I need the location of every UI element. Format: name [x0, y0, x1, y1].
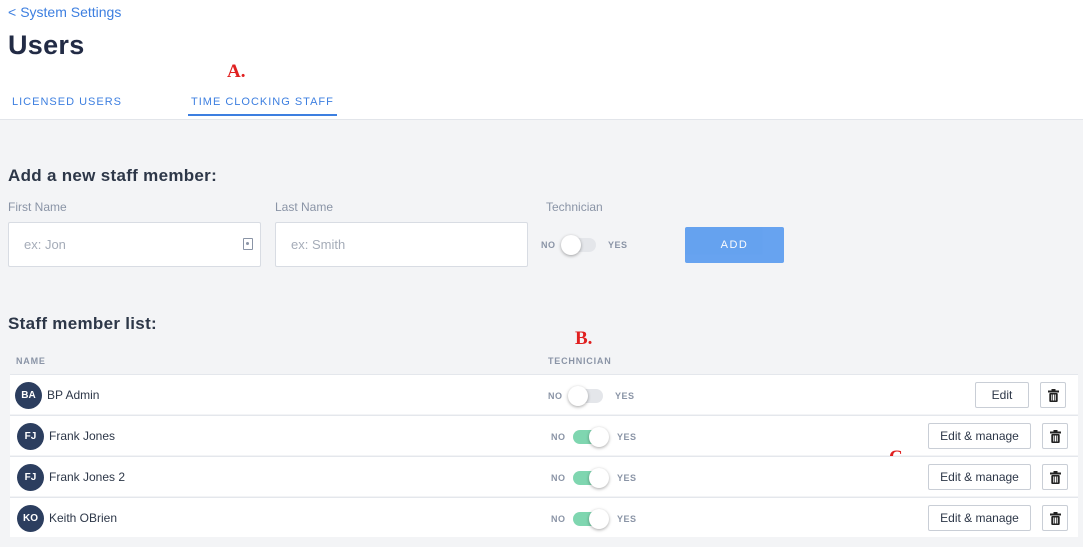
technician-yes-label: YES [617, 432, 637, 442]
staff-name: Frank Jones 2 [49, 470, 126, 484]
toggle-knob [589, 509, 609, 529]
edit-and-manage-button[interactable]: Edit & manage [928, 464, 1031, 490]
column-header-technician: TECHNICIAN [548, 356, 612, 366]
first-name-label: First Name [8, 200, 67, 214]
contact-card-icon [243, 238, 253, 250]
technician-no-label: NO [551, 514, 566, 524]
tab-licensed-users[interactable]: LICENSED USERS [12, 96, 122, 108]
technician-label: Technician [546, 200, 603, 214]
toggle-knob [589, 427, 609, 447]
staff-row: KO Keith OBrien NO YES Edit & manage [10, 497, 1078, 537]
technician-toggle[interactable] [568, 386, 603, 406]
delete-button[interactable] [1042, 464, 1068, 490]
edit-and-manage-button[interactable]: Edit & manage [928, 423, 1031, 449]
technician-no-label: NO [548, 391, 563, 401]
add-staff-title: Add a new staff member: [8, 166, 218, 185]
technician-no-label: NO [541, 240, 556, 250]
back-link-label: System Settings [20, 4, 122, 20]
annotation-marker-b: B. [575, 328, 593, 349]
last-name-input[interactable] [275, 222, 528, 267]
chevron-left-icon: < [8, 4, 17, 20]
page-header: < System Settings Users A. LICENSED USER… [0, 0, 1083, 120]
delete-button[interactable] [1042, 505, 1068, 531]
staff-row: BA BP Admin NO YES Edit [10, 374, 1078, 414]
technician-toggle[interactable] [573, 427, 609, 447]
trash-icon [1049, 511, 1061, 525]
technician-toggle[interactable] [561, 235, 596, 255]
avatar: BA [15, 382, 42, 409]
toggle-knob [568, 386, 588, 406]
staff-name: Keith OBrien [49, 511, 118, 525]
annotation-marker-a: A. [227, 61, 246, 82]
avatar: FJ [17, 423, 44, 450]
add-staff-button[interactable]: ADD [685, 227, 784, 263]
edit-and-manage-button[interactable]: Edit & manage [928, 505, 1031, 531]
back-link-system-settings[interactable]: < System Settings [8, 4, 121, 20]
edit-button[interactable]: Edit [975, 382, 1029, 408]
technician-no-label: NO [551, 473, 566, 483]
toggle-knob [589, 468, 609, 488]
avatar: KO [17, 505, 44, 532]
staff-row: FJ Frank Jones 2 NO YES Edit & manage [10, 456, 1078, 496]
delete-button[interactable] [1040, 382, 1066, 408]
avatar: FJ [17, 464, 44, 491]
technician-toggle[interactable] [573, 509, 609, 529]
staff-name: BP Admin [47, 388, 100, 402]
trash-icon [1047, 388, 1059, 402]
technician-yes-label: YES [615, 391, 635, 401]
technician-no-label: NO [551, 432, 566, 442]
first-name-input[interactable] [8, 222, 261, 267]
column-header-name: NAME [16, 356, 46, 366]
technician-yes-label: YES [608, 240, 628, 250]
staff-list-title: Staff member list: [8, 314, 157, 333]
technician-yes-label: YES [617, 514, 637, 524]
technician-yes-label: YES [617, 473, 637, 483]
delete-button[interactable] [1042, 423, 1068, 449]
tab-time-clocking-staff[interactable]: TIME CLOCKING STAFF [188, 96, 337, 116]
page-title: Users [8, 30, 85, 60]
trash-icon [1049, 429, 1061, 443]
staff-name: Frank Jones [49, 429, 116, 443]
toggle-knob [561, 235, 581, 255]
technician-toggle[interactable] [573, 468, 609, 488]
trash-icon [1049, 470, 1061, 484]
last-name-label: Last Name [275, 200, 334, 214]
staff-row: FJ Frank Jones NO YES Edit & manage [10, 415, 1078, 455]
